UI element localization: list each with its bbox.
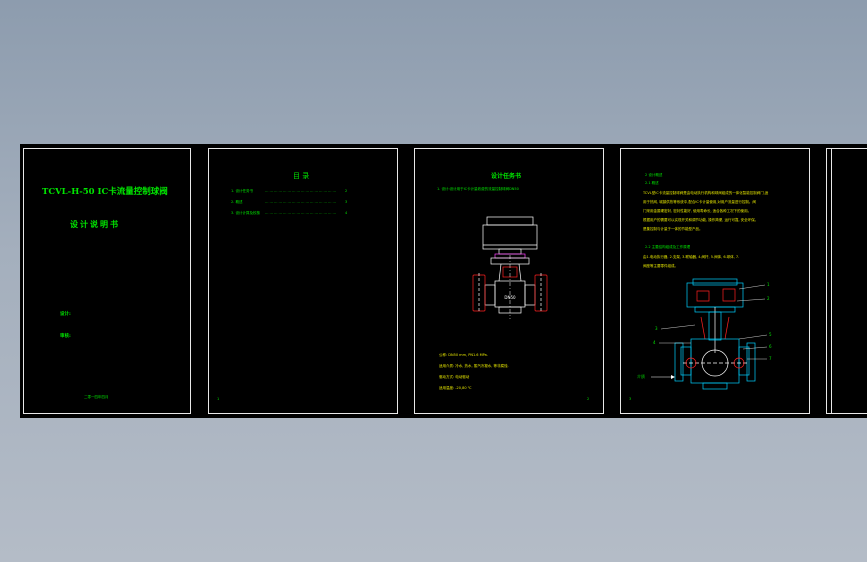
toc-item-1[interactable]: 1. 设计任务书 [231,189,253,194]
callout-1: 1 [767,282,770,287]
spec-item: 公称: DN50 mm, PN1.6 MPa. [439,353,488,357]
task-title: 设计任务书 [491,173,522,180]
task-line: 1. 设计:设计用于IC卡计量收费的流量控制球阀DN50 [437,187,519,191]
cover-title: TCVL-H-50 IC卡流量控制球阀 [42,187,168,197]
spec-item: 适用温度: -20,80 ℃ [439,386,472,390]
valve-size-label: DN50 [504,295,516,300]
next-page-edge[interactable] [826,148,867,414]
callout-6: 6 [769,344,772,349]
toc-leader: ………………………………………… [265,211,337,215]
callout-2: 2 [767,296,770,301]
task-page[interactable]: 设计任务书 1. 设计:设计用于IC卡计量收费的流量控制球阀DN50 DN50 … [414,148,604,414]
toc-page[interactable]: 目 录 1. 设计任务书 ………………………………………… 2 2. 概述 ……… [208,148,398,414]
paragraph-line: 门采用金属硬密封, 密封性能好, 使用寿命长, 适合各种工况下的使用。 [643,209,752,213]
overview-heading: 2 设计概述 [645,173,663,177]
actuator-cap [486,216,534,226]
spec-item: 驱动方式: 电动驱动 [439,375,470,379]
drawing-sheet: TCVL-H-50 IC卡流量控制球阀 设计说明书 设计: 审核: 二零一四年四… [20,144,867,418]
toc-title: 目 录 [293,172,310,180]
flow-label: 介质 [637,373,645,379]
paragraph-line: TCVL型IC卡流量控制球阀是由电动执行机构和球阀组成的一体化智能控制阀门,适 [643,191,769,195]
toc-item-2[interactable]: 2. 概述 [231,200,242,205]
inner-frame-line [831,149,832,413]
paragraph-line: 用于热网, 城镇供热等系统中,配合IC卡计量使用,对用户流量进行控制。阀 [643,200,756,204]
toc-page-2: 3 [345,200,348,204]
callout-7: 7 [769,356,772,361]
callout-5: 5 [769,332,772,337]
toc-page-number: 1 [217,397,220,401]
cover-page[interactable]: TCVL-H-50 IC卡流量控制球阀 设计说明书 设计: 审核: 二零一四年四… [23,148,191,414]
actuator-section [686,282,744,308]
callout-4: 4 [653,340,656,345]
toc-leader: ………………………………………… [265,200,337,204]
paragraph-line: 根据用户的需要可以实现开关和调节功能, 操作简便, 运行可靠, 安全环保。 [643,218,759,222]
reviewer-label: 审核: [60,334,71,339]
task-page-number: 2 [587,397,590,401]
structure-line: 阀座等主要零件组成。 [643,264,678,268]
toc-leader: ………………………………………… [265,189,337,193]
toc-page-3: 4 [345,211,348,215]
flow-arrow-head [671,375,675,379]
actuator-body [482,224,538,250]
spec-item: 适用介质: 冷水, 热水, 蒸汽冷凝水, 等非腐蚀. [439,364,509,368]
toc-item-3[interactable]: 3. 设计计算及校核 [231,211,260,216]
overview-subheading: 2.1 概述 [645,181,659,185]
toc-page-1: 2 [345,189,348,193]
cad-viewport: { "colors": { "background": "#9aa6b6", "… [0,0,867,562]
designer-label: 设计: [60,312,71,317]
overview-page[interactable]: 2 设计概述 2.1 概述 TCVL型IC卡流量控制球阀是由电动执行机构和球阀组… [620,148,810,414]
structure-subheading: 2.2 主要结构组成及工作原理 [645,245,691,249]
paragraph-line: 是集控制与计量于一体的节能型产品。 [643,227,703,231]
overview-page-number: 3 [629,397,632,401]
valve-section-drawing: 1 2 3 4 5 6 7 介质 [637,278,772,390]
valve-front-drawing: DN50 [472,216,548,319]
cover-subtitle: 设计说明书 [70,220,120,229]
structure-line: 由1.电动执行器, 2.支架, 3.联轴器, 4.阀杆, 5.阀体, 6.球体,… [643,255,740,259]
cover-date: 二零一四年四月 [84,395,109,399]
callout-3: 3 [655,326,658,331]
